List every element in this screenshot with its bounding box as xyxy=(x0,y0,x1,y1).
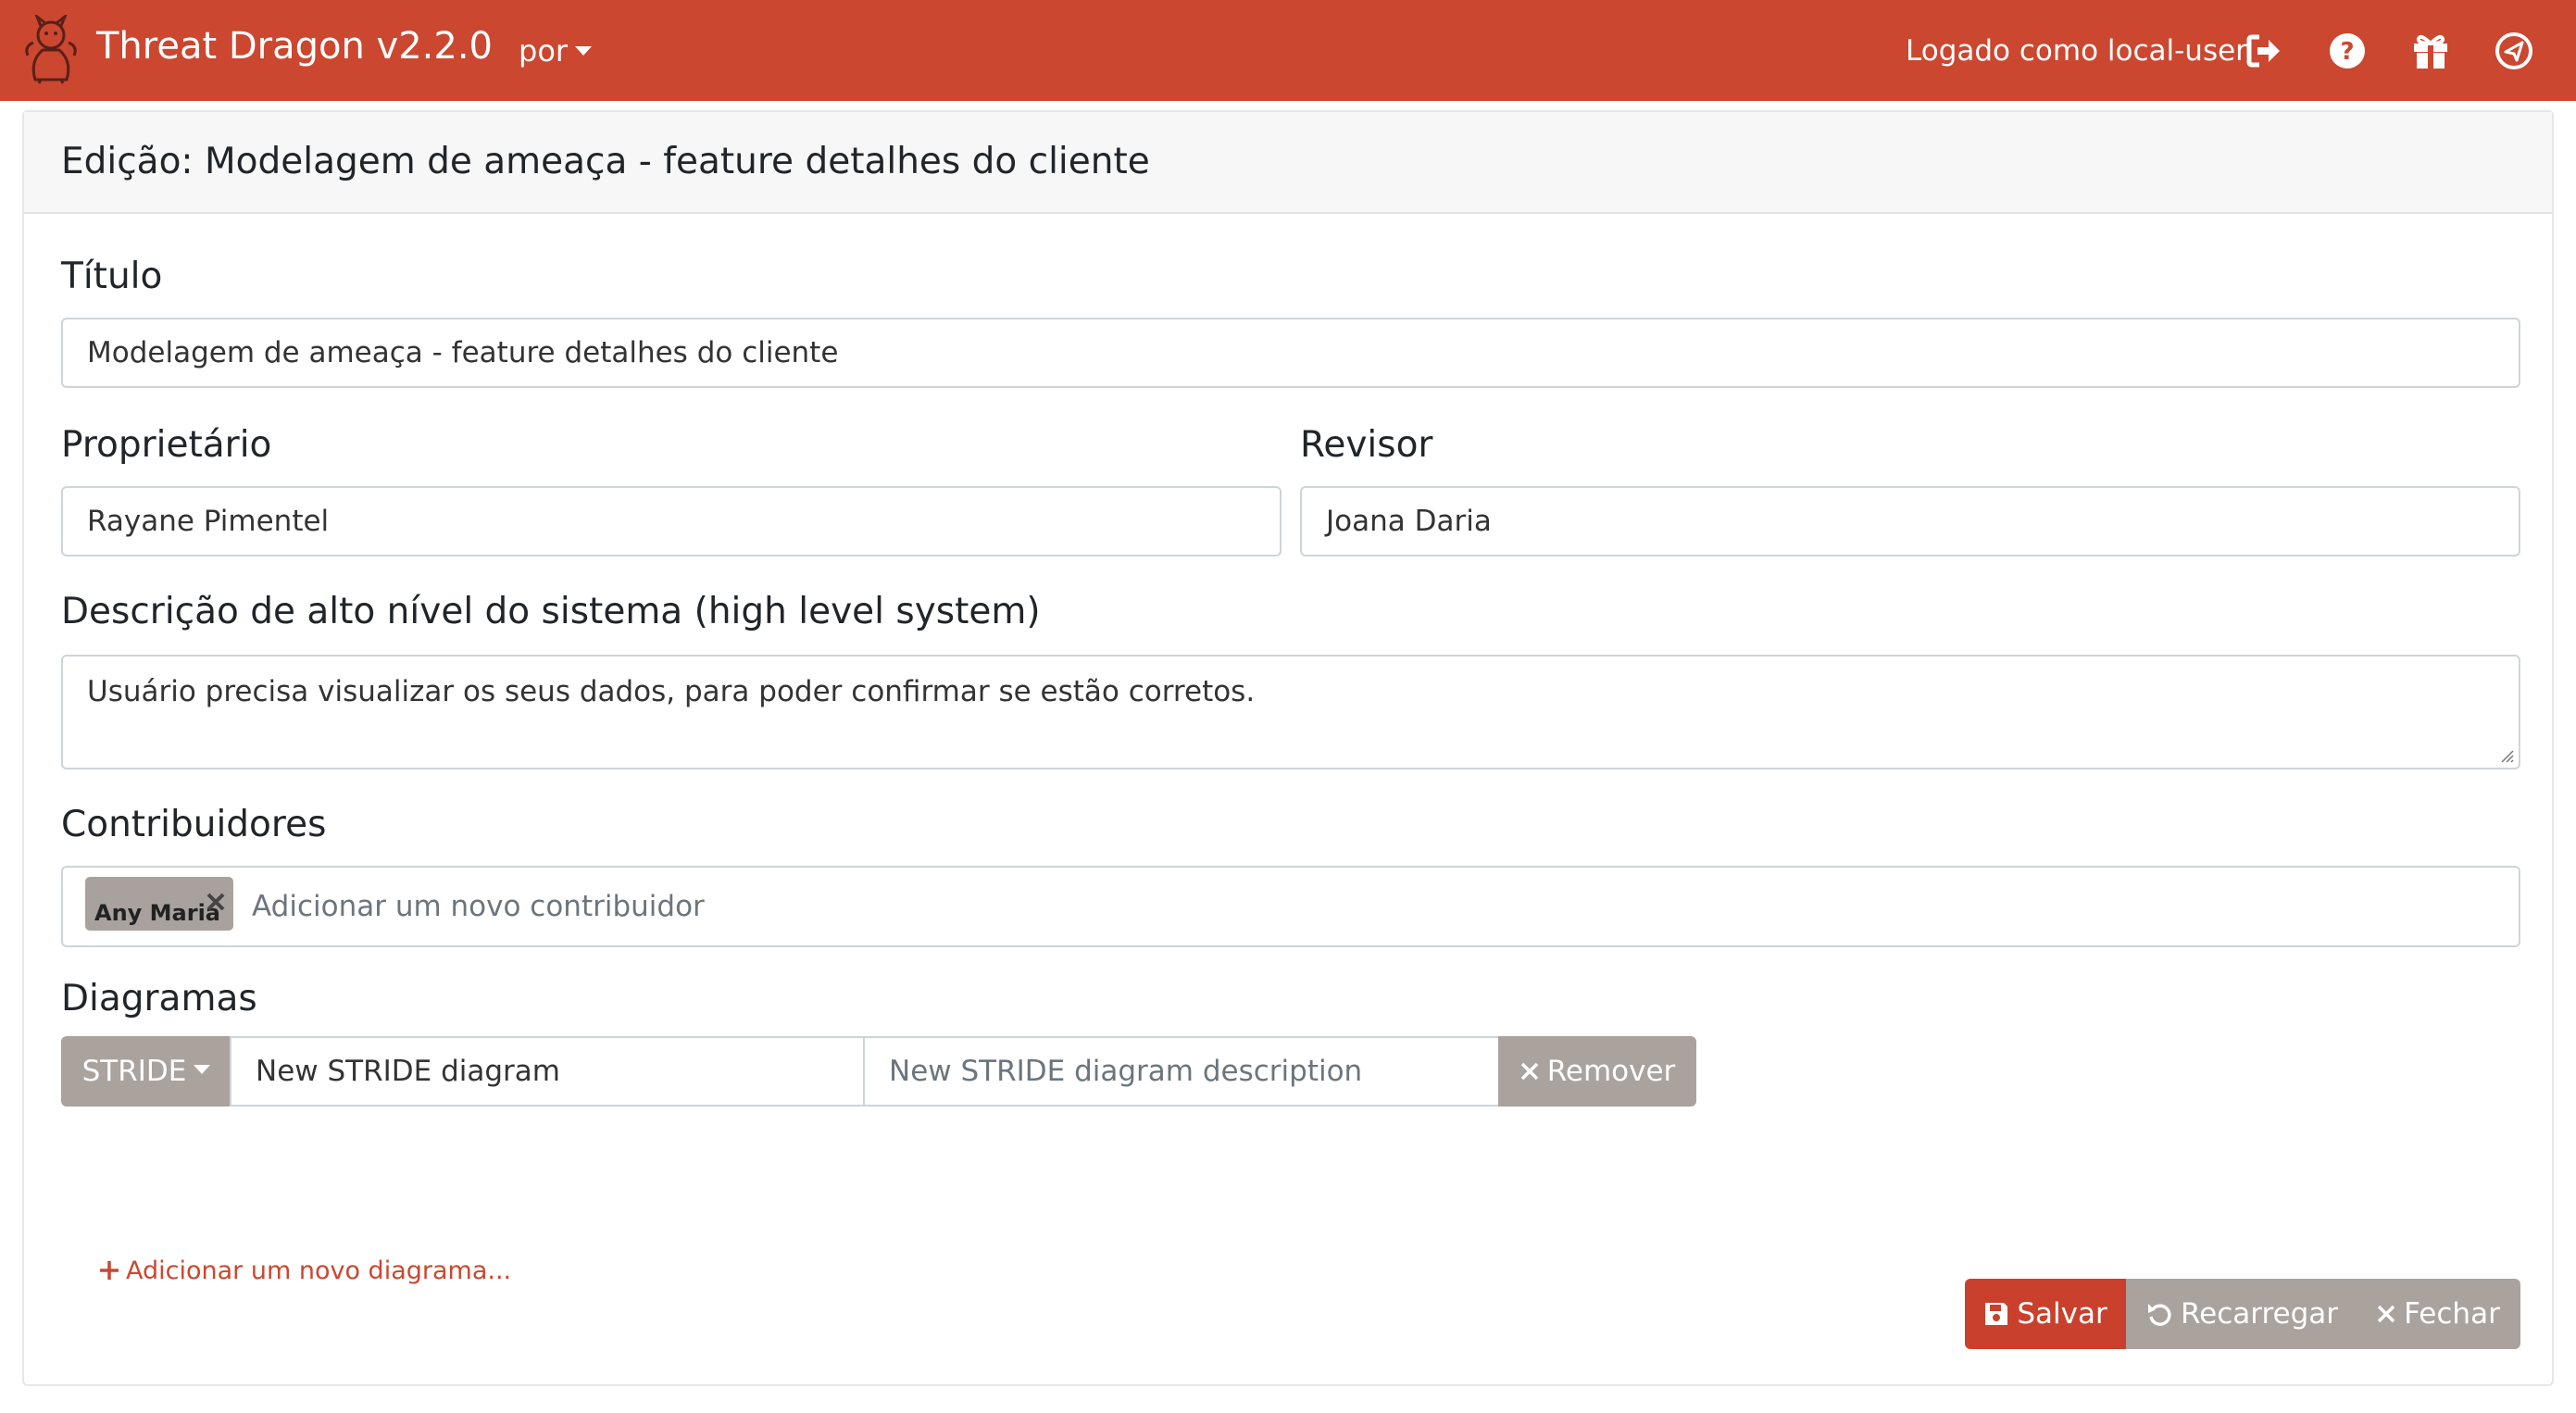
diagrams-label: Diagramas xyxy=(61,978,257,1019)
add-diagram-label: Adicionar um novo diagrama... xyxy=(126,1257,512,1285)
logged-user-text: Logado como local-user xyxy=(1906,34,2247,68)
contributor-tag: Any Maria xyxy=(85,877,233,931)
caret-down-icon xyxy=(575,46,593,56)
remove-diagram-button[interactable]: Remover xyxy=(1498,1036,1696,1107)
reload-button[interactable]: Recarregar xyxy=(2126,1279,2357,1349)
top-navbar: Threat Dragon v2.2.0 por Logado como loc… xyxy=(0,0,2576,101)
remove-diagram-label: Remover xyxy=(1546,1055,1676,1088)
owner-input-value: Rayane Pimentel xyxy=(87,505,330,538)
gift-icon[interactable] xyxy=(2411,31,2450,70)
description-label: Descrição de alto nível do sistema (high… xyxy=(61,591,1041,632)
floppy-disk-icon xyxy=(1985,1303,2008,1325)
contributors-input[interactable]: Any Maria Adicionar um novo contribuidor xyxy=(61,866,2520,947)
paper-plane-icon[interactable] xyxy=(2495,31,2533,70)
diagram-title-value: New STRIDE diagram xyxy=(256,1055,560,1088)
language-label: por xyxy=(519,33,569,69)
contributor-tag-label: Any Maria xyxy=(94,900,220,926)
diagram-description-input[interactable]: New STRIDE diagram description xyxy=(863,1036,1500,1107)
close-icon xyxy=(1520,1062,1538,1081)
description-textarea[interactable]: Usuário precisa visualizar os seus dados… xyxy=(61,655,2520,769)
title-input-value: Modelagem de ameaça - feature detalhes d… xyxy=(87,336,839,369)
reviewer-input[interactable]: Joana Daria xyxy=(1300,486,2520,556)
add-diagram-link[interactable]: Adicionar um novo diagrama... xyxy=(98,1255,511,1288)
card-header: Edição: Modelagem de ameaça - feature de… xyxy=(24,112,2552,214)
language-dropdown[interactable]: por xyxy=(519,28,593,74)
caret-down-icon xyxy=(194,1065,211,1074)
app-title[interactable]: Threat Dragon v2.2.0 xyxy=(96,20,493,72)
diagram-description-placeholder: New STRIDE diagram description xyxy=(889,1055,1363,1088)
reload-label: Recarregar xyxy=(2180,1297,2338,1331)
owner-input[interactable]: Rayane Pimentel xyxy=(61,486,1282,556)
diagram-type-dropdown[interactable]: STRIDE xyxy=(61,1036,231,1107)
remove-contributor-icon[interactable] xyxy=(204,890,228,914)
resize-grip-icon[interactable] xyxy=(2500,749,2515,764)
save-label: Salvar xyxy=(2017,1297,2107,1331)
reviewer-input-value: Joana Daria xyxy=(1326,505,1492,538)
page-title: Edição: Modelagem de ameaça - feature de… xyxy=(61,141,1150,182)
title-label: Título xyxy=(61,256,163,297)
undo-icon xyxy=(2147,1304,2171,1326)
question-icon[interactable]: ? xyxy=(2328,31,2367,70)
dragon-logo-icon[interactable] xyxy=(22,15,80,85)
reviewer-label: Revisor xyxy=(1300,424,1433,466)
contributor-placeholder: Adicionar um novo contribuidor xyxy=(252,890,705,923)
sign-out-icon[interactable] xyxy=(2245,31,2283,70)
svg-text:?: ? xyxy=(2340,38,2354,66)
close-button[interactable]: Fechar xyxy=(2356,1279,2520,1349)
diagram-title-input[interactable]: New STRIDE diagram xyxy=(230,1036,865,1107)
description-value: Usuário precisa visualizar os seus dados… xyxy=(87,675,1256,708)
threat-model-edit-card: Edição: Modelagem de ameaça - feature de… xyxy=(22,110,2554,1386)
title-input[interactable]: Modelagem de ameaça - feature detalhes d… xyxy=(61,318,2520,388)
owner-label: Proprietário xyxy=(61,424,272,466)
contributors-label: Contribuidores xyxy=(61,804,327,845)
save-button[interactable]: Salvar xyxy=(1965,1279,2126,1349)
diagram-type-label: STRIDE xyxy=(81,1055,187,1088)
close-icon xyxy=(2377,1305,2395,1323)
plus-icon xyxy=(100,1261,119,1280)
close-label: Fechar xyxy=(2404,1297,2500,1331)
